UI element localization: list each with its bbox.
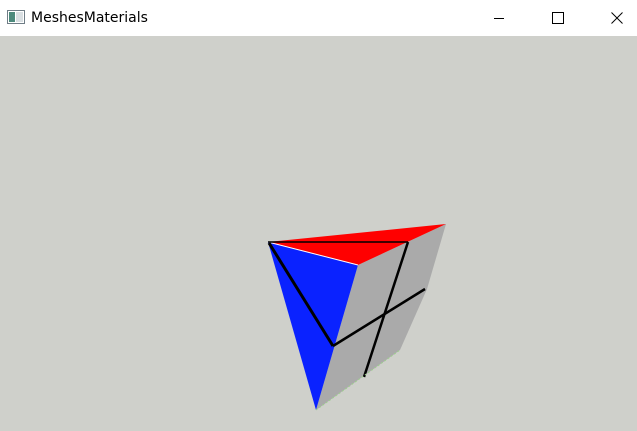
app-window-icon bbox=[7, 10, 25, 24]
render-viewport[interactable] bbox=[0, 36, 637, 431]
title-bar[interactable]: MeshesMaterials bbox=[0, 0, 637, 36]
maximize-icon bbox=[552, 12, 564, 24]
minimize-icon bbox=[493, 12, 505, 24]
minimize-button[interactable] bbox=[476, 0, 522, 36]
close-icon bbox=[611, 12, 623, 24]
close-button[interactable] bbox=[594, 0, 637, 36]
app-window: MeshesMaterials bbox=[0, 0, 637, 431]
maximize-button[interactable] bbox=[535, 0, 581, 36]
wedge-mesh bbox=[267, 224, 446, 411]
window-title: MeshesMaterials bbox=[31, 10, 148, 26]
